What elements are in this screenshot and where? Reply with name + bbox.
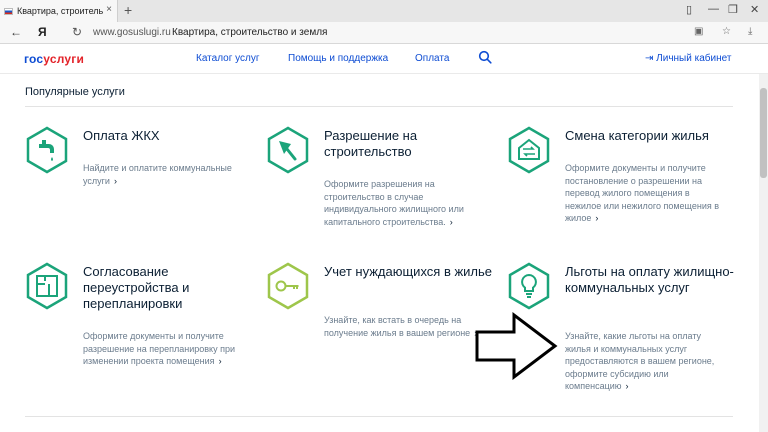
card-description-text: Оформите документы и получите разрешение… bbox=[83, 331, 236, 366]
site-header: госуслуги Каталог услуг Помощь и поддерж… bbox=[0, 44, 768, 74]
logo-part-gos: гос bbox=[24, 52, 44, 66]
url-page-title[interactable]: Квартира, строительство и земля bbox=[172, 27, 327, 38]
personal-cabinet-link[interactable]: ⇥ Личный кабинет bbox=[645, 53, 731, 64]
card-description-text: Оформите документы и получите постановле… bbox=[565, 163, 719, 223]
card-description: Оформите разрешения на строительство в с… bbox=[324, 178, 484, 228]
maximize-button[interactable]: ❐ bbox=[728, 3, 738, 16]
card-title[interactable]: Разрешение на строительство bbox=[324, 128, 499, 160]
card-description: Оформите документы и получите постановле… bbox=[565, 162, 725, 225]
lightbulb-icon bbox=[508, 262, 550, 310]
search-icon[interactable] bbox=[478, 50, 492, 64]
back-button[interactable]: ← bbox=[10, 25, 22, 39]
nav-payment-link[interactable]: Оплата bbox=[415, 53, 449, 64]
yandex-icon[interactable]: Я bbox=[38, 25, 47, 39]
login-icon: ⇥ bbox=[645, 53, 657, 64]
card-description: Найдите и оплатите коммунальные услуги › bbox=[83, 162, 243, 187]
chevron-right-icon: › bbox=[449, 216, 453, 227]
house-arrows-icon bbox=[508, 126, 550, 174]
cabinet-label: Личный кабинет bbox=[656, 53, 732, 64]
card-description-text: Узнайте, как встать в очередь на получен… bbox=[324, 315, 471, 338]
minimize-button[interactable]: — bbox=[708, 3, 719, 15]
tab-close-icon[interactable]: × bbox=[106, 4, 112, 15]
favicon-icon bbox=[4, 7, 13, 15]
chevron-right-icon: › bbox=[595, 213, 599, 223]
url-domain[interactable]: www.gosuslugi.ru bbox=[93, 27, 171, 38]
divider bbox=[25, 106, 733, 107]
pointer-arrow-icon bbox=[475, 312, 558, 380]
tab-title: Квартира, строительство и земля bbox=[17, 6, 103, 16]
browser-tab[interactable]: Квартира, строительство и земля × bbox=[0, 0, 118, 22]
divider-bottom bbox=[25, 416, 733, 417]
chevron-right-icon: › bbox=[218, 356, 222, 366]
floorplan-icon bbox=[26, 262, 68, 310]
new-tab-button[interactable]: + bbox=[124, 2, 132, 18]
chevron-right-icon: › bbox=[113, 175, 117, 186]
bookmark-icon[interactable]: ☆ bbox=[722, 26, 731, 37]
card-title[interactable]: Оплата ЖКХ bbox=[83, 128, 258, 144]
trowel-icon bbox=[267, 126, 309, 174]
chevron-right-icon: › bbox=[625, 381, 629, 391]
nav-help-link[interactable]: Помощь и поддержка bbox=[288, 53, 388, 64]
logo-part-uslugi: услуги bbox=[43, 52, 85, 66]
card-title[interactable]: Смена категории жилья bbox=[565, 128, 740, 144]
section-title: Популярные услуги bbox=[25, 86, 125, 98]
card-title[interactable]: Учет нуждающихся в жилье bbox=[324, 264, 499, 280]
scrollbar-thumb[interactable] bbox=[760, 88, 767, 178]
address-bar: ← Я ↻ www.gosuslugi.ru Квартира, строите… bbox=[0, 22, 768, 44]
reload-icon[interactable]: ↻ bbox=[72, 25, 82, 39]
card-description-text: Узнайте, какие льготы на оплату жилья и … bbox=[565, 331, 715, 391]
key-icon bbox=[267, 262, 309, 310]
browser-tab-bar: Квартира, строительство и земля × + ▯ — … bbox=[0, 0, 768, 22]
card-description: Узнайте, какие льготы на оплату жилья и … bbox=[565, 330, 725, 393]
bookmarks-icon[interactable]: ▯ bbox=[686, 3, 692, 16]
gosuslugi-logo[interactable]: госуслуги bbox=[24, 52, 84, 66]
lock-icon[interactable]: ▣ bbox=[694, 26, 703, 37]
faucet-icon bbox=[26, 126, 68, 174]
card-description-text: Оформите разрешения на строительство в с… bbox=[324, 179, 464, 227]
card-title[interactable]: Согласование переустройства и перепланир… bbox=[83, 264, 258, 312]
download-icon[interactable]: ⤓ bbox=[748, 26, 752, 37]
card-description: Узнайте, как встать в очередь на получен… bbox=[324, 314, 484, 339]
close-window-button[interactable]: ✕ bbox=[750, 3, 759, 16]
card-title[interactable]: Льготы на оплату жилищно-коммунальных ус… bbox=[565, 264, 740, 296]
card-description: Оформите документы и получите разрешение… bbox=[83, 330, 243, 368]
card-description-text: Найдите и оплатите коммунальные услуги bbox=[83, 163, 232, 186]
nav-catalog-link[interactable]: Каталог услуг bbox=[196, 53, 260, 64]
